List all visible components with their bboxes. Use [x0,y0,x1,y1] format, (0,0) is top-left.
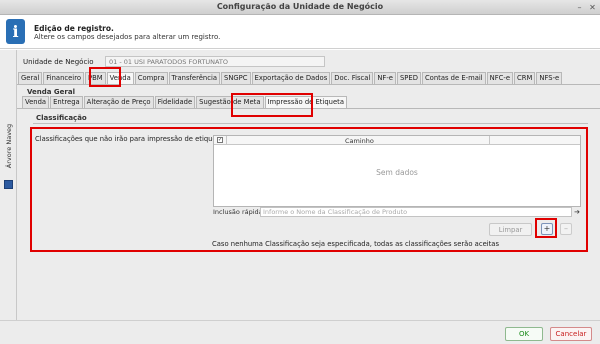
tab-transferencia[interactable]: Transferência [168,72,221,84]
info-title: Edição de registro. [34,24,114,33]
tab-exportacao-dados[interactable]: Exportação de Dados [251,72,331,84]
navigation-tree-icon[interactable] [4,180,13,189]
ok-button[interactable]: OK [505,327,543,341]
remove-button[interactable]: – [560,223,572,235]
classification-section-divider [33,123,588,124]
tab-crm[interactable]: CRM [514,72,536,84]
info-icon: i [6,19,25,44]
tab-sped[interactable]: SPED [396,72,421,84]
classification-note: Caso nenhuma Classificação seja especifi… [212,240,500,248]
classification-field-label: Classificações que não irão para impress… [35,135,224,143]
classification-grid[interactable]: ✓ Caminho Sem dados [213,135,581,207]
classification-section-title: Classificação [36,114,87,122]
grid-empty-message: Sem dados [376,168,418,177]
business-unit-field: 01 - 01 USI PARATODOS FORTUNATO [105,56,325,67]
grid-column-caminho[interactable]: Caminho [345,137,374,145]
tab-venda[interactable]: Venda [106,72,134,84]
clear-button[interactable]: Limpar [489,223,532,236]
grid-header: ✓ Caminho [214,136,580,145]
minimize-icon[interactable]: – [575,3,584,12]
subtab-entrega[interactable]: Entrega [50,96,83,108]
window-title: Configuração da Unidade de Negócio [216,2,384,11]
quick-add-input[interactable]: Informe o Nome da Classificação de Produ… [260,207,572,217]
tab-doc-fiscal[interactable]: Doc. Fiscal [331,72,374,84]
info-subtitle: Altere os campos desejados para alterar … [34,33,221,41]
subtab-sugestao-meta[interactable]: Sugestão de Meta [196,96,264,108]
tab-nfse[interactable]: NFS-e [536,72,563,84]
quick-add-label: Inclusão rápida [213,208,263,216]
subtab-impressao-etiqueta[interactable]: Impressão de Etiqueta [264,96,347,108]
select-all-checkbox[interactable]: ✓ [217,137,223,143]
venda-subtabbar: Venda Entrega Alteração de Preço Fidelid… [22,96,348,108]
tab-sngpc[interactable]: SNGPC [221,72,251,84]
grid-column-separator [489,136,490,145]
main-tabbar: Geral Financeiro PBM Venda Compra Transf… [18,72,563,84]
tab-geral[interactable]: Geral [18,72,43,84]
window-titlebar: Configuração da Unidade de Negócio – ✕ [0,0,600,15]
business-unit-label: Unidade de Negócio [23,58,94,66]
tab-pbm[interactable]: PBM [85,72,106,84]
subtab-fidelidade[interactable]: Fidelidade [154,96,196,108]
tab-compra[interactable]: Compra [134,72,168,84]
main-content: Unidade de Negócio 01 - 01 USI PARATODOS… [17,50,600,320]
venda-subtabbar-divider [17,108,600,109]
tab-nfe[interactable]: NF-e [374,72,396,84]
tab-nfce[interactable]: NFC-e [486,72,514,84]
venda-section-title: Venda Geral [27,88,76,96]
info-banner: i Edição de registro. Altere os campos d… [0,15,600,49]
subtab-alteracao-preco[interactable]: Alteração de Preço [83,96,154,108]
quick-add-arrow-icon[interactable]: ➔ [572,207,582,217]
navigation-tree-strip[interactable]: Árvore Naveg [0,50,17,320]
subtab-venda[interactable]: Venda [22,96,50,108]
grid-column-separator [226,136,227,145]
main-tabbar-divider [17,84,600,85]
close-icon[interactable]: ✕ [588,3,597,12]
tab-financeiro[interactable]: Financeiro [43,72,84,84]
navigation-tree-label[interactable]: Árvore Naveg [2,120,14,174]
tab-contas-email[interactable]: Contas de E-mail [421,72,486,84]
cancel-button[interactable]: Cancelar [550,327,592,341]
add-button[interactable]: + [541,223,553,235]
